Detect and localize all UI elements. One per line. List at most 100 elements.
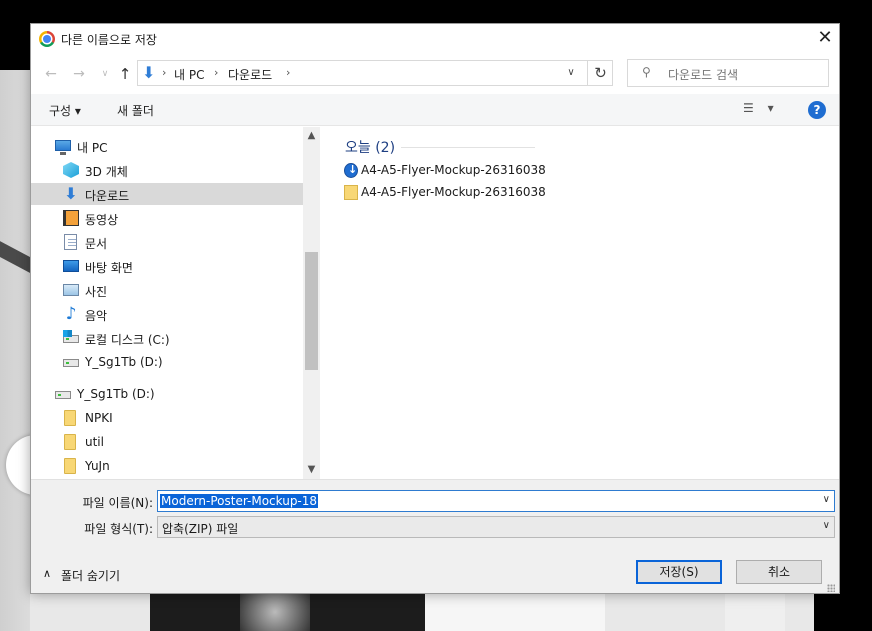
file-item[interactable]: A4-A5-Flyer-Mockup-26316038 (341, 183, 581, 203)
chevron-down-icon: ▾ (767, 101, 774, 115)
breadcrumb-item-this-pc[interactable]: 내 PC (174, 66, 204, 83)
help-icon[interactable]: ? (808, 101, 826, 119)
tree-item-drive-d-root[interactable]: Y_Sg1Tb (D:) (31, 383, 303, 405)
tree-item-label: 음악 (85, 309, 108, 323)
tree-item-local-disk-c[interactable]: 로컬 디스크 (C:) (31, 327, 303, 349)
scrollbar-thumb[interactable] (305, 252, 318, 370)
tree-item-label: Y_Sg1Tb (D:) (85, 355, 163, 369)
tree-item-3d-objects[interactable]: 3D 개체 (31, 159, 303, 181)
chrome-download-icon (344, 163, 358, 178)
tree-item-downloads[interactable]: ⬇ 다운로드 (31, 183, 303, 205)
tree-item-label: 사진 (85, 285, 108, 299)
navigation-bar: ← → ∨ ↑ ⬇ › 내 PC › 다운로드 › ∨ ↻ ⚲ 다운로드 검색 (31, 54, 839, 94)
tree-item-label: 문서 (85, 237, 108, 251)
filename-label: 파일 이름(N): (82, 496, 153, 510)
group-header-today[interactable]: 오늘 (2) (345, 137, 395, 157)
tree-item-label: NPKI (85, 411, 113, 425)
view-options-button[interactable]: ☰ ▾ (743, 101, 783, 119)
search-input[interactable]: ⚲ 다운로드 검색 (627, 59, 829, 87)
hide-folders-button[interactable]: 폴더 숨기기 (61, 567, 120, 584)
new-folder-button[interactable]: 새 폴더 (117, 102, 154, 119)
view-list-icon: ☰ (743, 101, 754, 115)
file-list-pane: 오늘 (2) A4-A5-Flyer-Mockup-26316038 A4-A5… (321, 127, 839, 479)
filetype-label: 파일 형식(T): (84, 522, 153, 536)
tree-item-desktop[interactable]: 바탕 화면 (31, 255, 303, 277)
downloads-icon: ⬇ (142, 63, 156, 82)
save-form: 파일 이름(N): Modern-Poster-Mockup-18 ∨ 파일 형… (31, 479, 839, 593)
background-panel-right (725, 592, 785, 631)
refresh-icon[interactable]: ↻ (587, 60, 613, 86)
breadcrumb-chevron-icon[interactable]: › (162, 66, 166, 79)
organize-button[interactable]: 구성 ▾ (49, 102, 81, 119)
breadcrumb-chevron-icon[interactable]: › (286, 66, 290, 79)
chevron-up-icon[interactable]: ∧ (43, 567, 51, 580)
drive-icon (63, 359, 79, 367)
scroll-down-icon[interactable]: ▼ (303, 461, 320, 479)
navigation-pane-scrollbar[interactable]: ▲ ▼ (303, 127, 320, 479)
downloads-icon: ⬇ (64, 184, 78, 203)
back-arrow-icon[interactable]: ← (41, 64, 61, 84)
address-dropdown-icon[interactable]: ∨ (564, 65, 578, 81)
desktop-icon (63, 260, 79, 272)
file-name: A4-A5-Flyer-Mockup-26316038 (361, 163, 546, 177)
drive-icon (55, 391, 71, 399)
title-bar: 다른 이름으로 저장 ✕ (31, 24, 839, 54)
file-name: A4-A5-Flyer-Mockup-26316038 (361, 185, 546, 199)
tree-item-videos[interactable]: 동영상 (31, 207, 303, 229)
resize-grip-icon[interactable] (827, 584, 835, 592)
windows-logo-icon (63, 330, 72, 337)
folder-icon (64, 458, 76, 474)
tree-item-pictures[interactable]: 사진 (31, 279, 303, 301)
chevron-down-icon[interactable]: ∨ (823, 520, 830, 531)
filename-value: Modern-Poster-Mockup-18 (160, 494, 319, 508)
address-bar[interactable]: ⬇ › 내 PC › 다운로드 › ∨ (137, 60, 613, 86)
command-bar: 구성 ▾ 새 폴더 ☰ ▾ ? (31, 94, 839, 126)
close-button[interactable]: ✕ (811, 27, 839, 51)
chevron-down-icon[interactable]: ∨ (823, 494, 830, 505)
cancel-button[interactable]: 취소 (736, 560, 822, 584)
documents-icon (64, 234, 77, 250)
tree-item-this-pc[interactable]: 내 PC (31, 135, 303, 157)
tree-item-label: 3D 개체 (85, 165, 128, 179)
tree-item-folder-util[interactable]: util (31, 431, 303, 453)
folder-icon (64, 434, 76, 450)
tree-item-label: 동영상 (85, 213, 119, 227)
recent-locations-chevron-icon[interactable]: ∨ (95, 64, 115, 84)
3d-objects-icon (63, 162, 79, 178)
file-item[interactable]: A4-A5-Flyer-Mockup-26316038 (341, 161, 581, 181)
music-icon: ♪ (65, 304, 77, 324)
computer-icon (55, 140, 71, 155)
group-header-divider (401, 147, 535, 148)
background-photo (240, 592, 310, 631)
tree-item-label: 다운로드 (85, 189, 130, 203)
chrome-icon (39, 31, 55, 47)
breadcrumb-chevron-icon[interactable]: › (214, 66, 218, 79)
save-button[interactable]: 저장(S) (636, 560, 722, 584)
tree-item-label: 바탕 화면 (85, 261, 133, 275)
videos-icon (63, 210, 79, 226)
tree-item-folder-npki[interactable]: NPKI (31, 407, 303, 429)
save-as-dialog: 다른 이름으로 저장 ✕ ← → ∨ ↑ ⬇ › 내 PC › 다운로드 › ∨… (30, 23, 840, 594)
tree-item-folder-yujn[interactable]: YuJn (31, 455, 303, 477)
dialog-title: 다른 이름으로 저장 (61, 33, 157, 47)
tree-item-label: 내 PC (77, 141, 108, 155)
tree-item-label: util (85, 435, 104, 449)
forward-arrow-icon[interactable]: → (69, 64, 89, 84)
folder-icon (64, 410, 76, 426)
tree-item-drive-d[interactable]: Y_Sg1Tb (D:) (31, 351, 303, 373)
tree-item-label: Y_Sg1Tb (D:) (77, 387, 155, 401)
search-icon: ⚲ (642, 65, 651, 79)
scroll-up-icon[interactable]: ▲ (303, 127, 320, 145)
up-arrow-icon[interactable]: ↑ (115, 64, 135, 84)
filetype-select[interactable]: 압축(ZIP) 파일 ∨ (157, 516, 835, 538)
navigation-pane: 내 PC 3D 개체 ⬇ 다운로드 동영상 문서 바탕 화면 사진 ♪ 음악 로… (31, 127, 321, 479)
tree-item-music[interactable]: ♪ 음악 (31, 303, 303, 325)
pictures-icon (63, 284, 79, 296)
tree-item-label: 로컬 디스크 (C:) (85, 333, 170, 347)
search-placeholder: 다운로드 검색 (668, 68, 739, 82)
breadcrumb-item-downloads[interactable]: 다운로드 (228, 66, 272, 83)
folder-icon (344, 185, 358, 200)
filetype-value: 압축(ZIP) 파일 (162, 522, 239, 536)
filename-input[interactable]: Modern-Poster-Mockup-18 ∨ (157, 490, 835, 512)
tree-item-documents[interactable]: 문서 (31, 231, 303, 253)
